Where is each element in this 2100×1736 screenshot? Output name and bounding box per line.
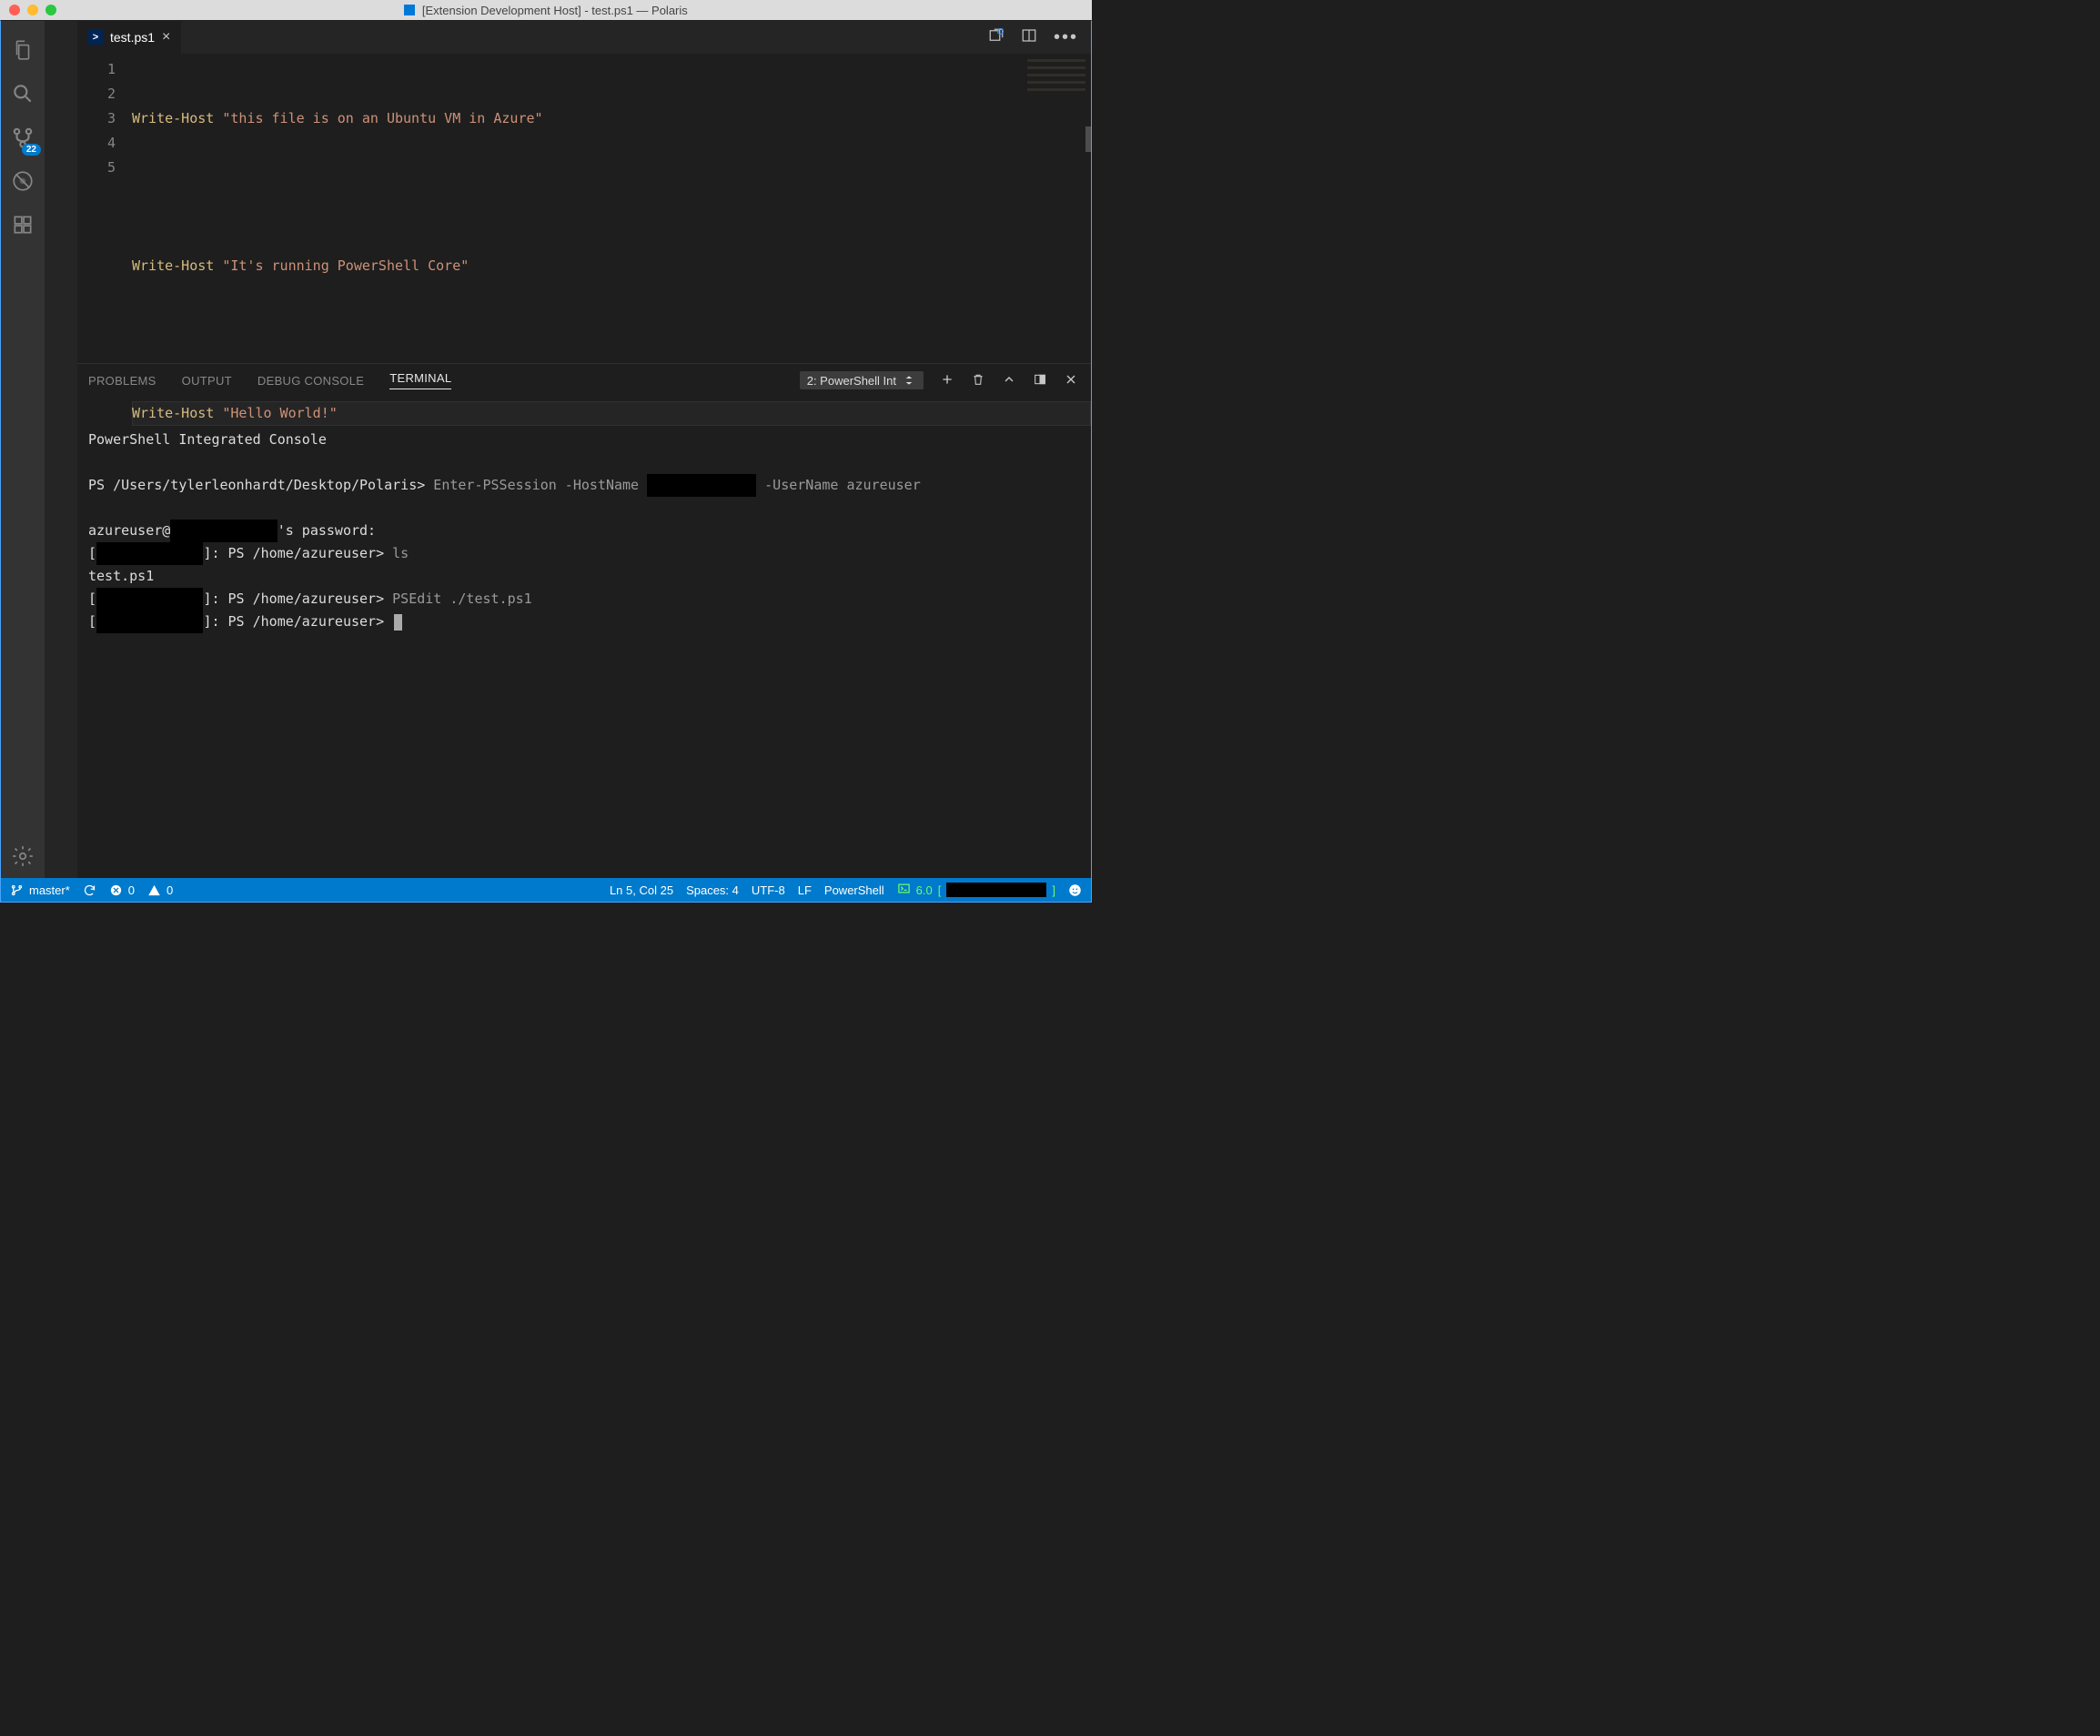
line-number: 3 (77, 106, 116, 131)
vscode-icon (404, 5, 415, 15)
terminal-line: PS /Users/tylerleonhardt/Desktop/Polaris… (88, 477, 921, 493)
line-number: 1 (77, 57, 116, 82)
status-powershell-version[interactable]: 6.0 [] (897, 882, 1055, 898)
status-branch[interactable]: master* (10, 883, 70, 897)
tab-close-icon[interactable]: × (162, 29, 170, 45)
line-number: 5 (77, 156, 116, 180)
status-errors[interactable]: 0 (109, 883, 135, 897)
terminal-line: [ ]: PS /home/azureuser> ls (88, 545, 409, 561)
gutter: 1 2 3 4 5 (77, 54, 132, 363)
code-line[interactable]: Write-Host "It's running PowerShell Core… (132, 254, 1091, 278)
settings-gear-icon[interactable] (1, 834, 45, 878)
status-encoding[interactable]: UTF-8 (752, 883, 785, 897)
split-editor-icon[interactable] (1021, 27, 1037, 48)
terminal-line: [ ]: PS /home/azureuser> PSEdit ./test.p… (88, 590, 532, 607)
code-line[interactable]: Write-Host "Hello World!" (132, 401, 1091, 426)
terminal-cursor (394, 614, 402, 631)
redacted (946, 883, 1046, 897)
activity-bar: 22 (1, 21, 45, 878)
code-line[interactable] (132, 328, 1091, 352)
status-bar: master* 0 0 Ln 5, Col 25 Spaces: 4 UTF-8… (1, 878, 1091, 902)
status-eol[interactable]: LF (798, 883, 812, 897)
titlebar: [Extension Development Host] - test.ps1 … (0, 0, 1092, 20)
window-title: [Extension Development Host] - test.ps1 … (0, 4, 1092, 17)
status-sync[interactable] (83, 883, 96, 897)
powershell-file-icon: > (88, 30, 103, 45)
more-actions-icon[interactable]: ••• (1054, 27, 1078, 48)
terminal-line: azureuser@ 's password: (88, 522, 376, 539)
tab-label: test.ps1 (110, 30, 155, 45)
code-line[interactable] (132, 180, 1091, 205)
minimap[interactable] (1027, 59, 1085, 96)
source-control-icon[interactable]: 22 (1, 116, 45, 159)
editor-tabs: > test.ps1 × ••• (77, 21, 1091, 54)
terminal-line: [ ]: PS /home/azureuser> (88, 613, 402, 630)
status-feedback-icon[interactable] (1068, 883, 1082, 897)
terminal-line: test.ps1 (88, 568, 154, 584)
scrollbar[interactable] (1085, 126, 1091, 152)
status-spaces[interactable]: Spaces: 4 (686, 883, 739, 897)
compare-changes-icon[interactable] (988, 27, 1005, 48)
scm-badge: 22 (22, 144, 41, 156)
status-ln-col[interactable]: Ln 5, Col 25 (610, 883, 673, 897)
line-number: 4 (77, 131, 116, 156)
extensions-icon[interactable] (1, 203, 45, 247)
line-number: 2 (77, 82, 116, 106)
search-icon[interactable] (1, 72, 45, 116)
sidebar[interactable] (45, 21, 77, 878)
code-editor[interactable]: 1 2 3 4 5 Write-Host "this file is on an… (77, 54, 1091, 363)
status-language[interactable]: PowerShell (824, 883, 884, 897)
debug-icon[interactable] (1, 159, 45, 203)
explorer-icon[interactable] (1, 28, 45, 72)
code-line[interactable]: Write-Host "this file is on an Ubuntu VM… (132, 106, 1091, 131)
status-warnings[interactable]: 0 (147, 883, 173, 897)
tab-test-ps1[interactable]: > test.ps1 × (77, 21, 181, 54)
